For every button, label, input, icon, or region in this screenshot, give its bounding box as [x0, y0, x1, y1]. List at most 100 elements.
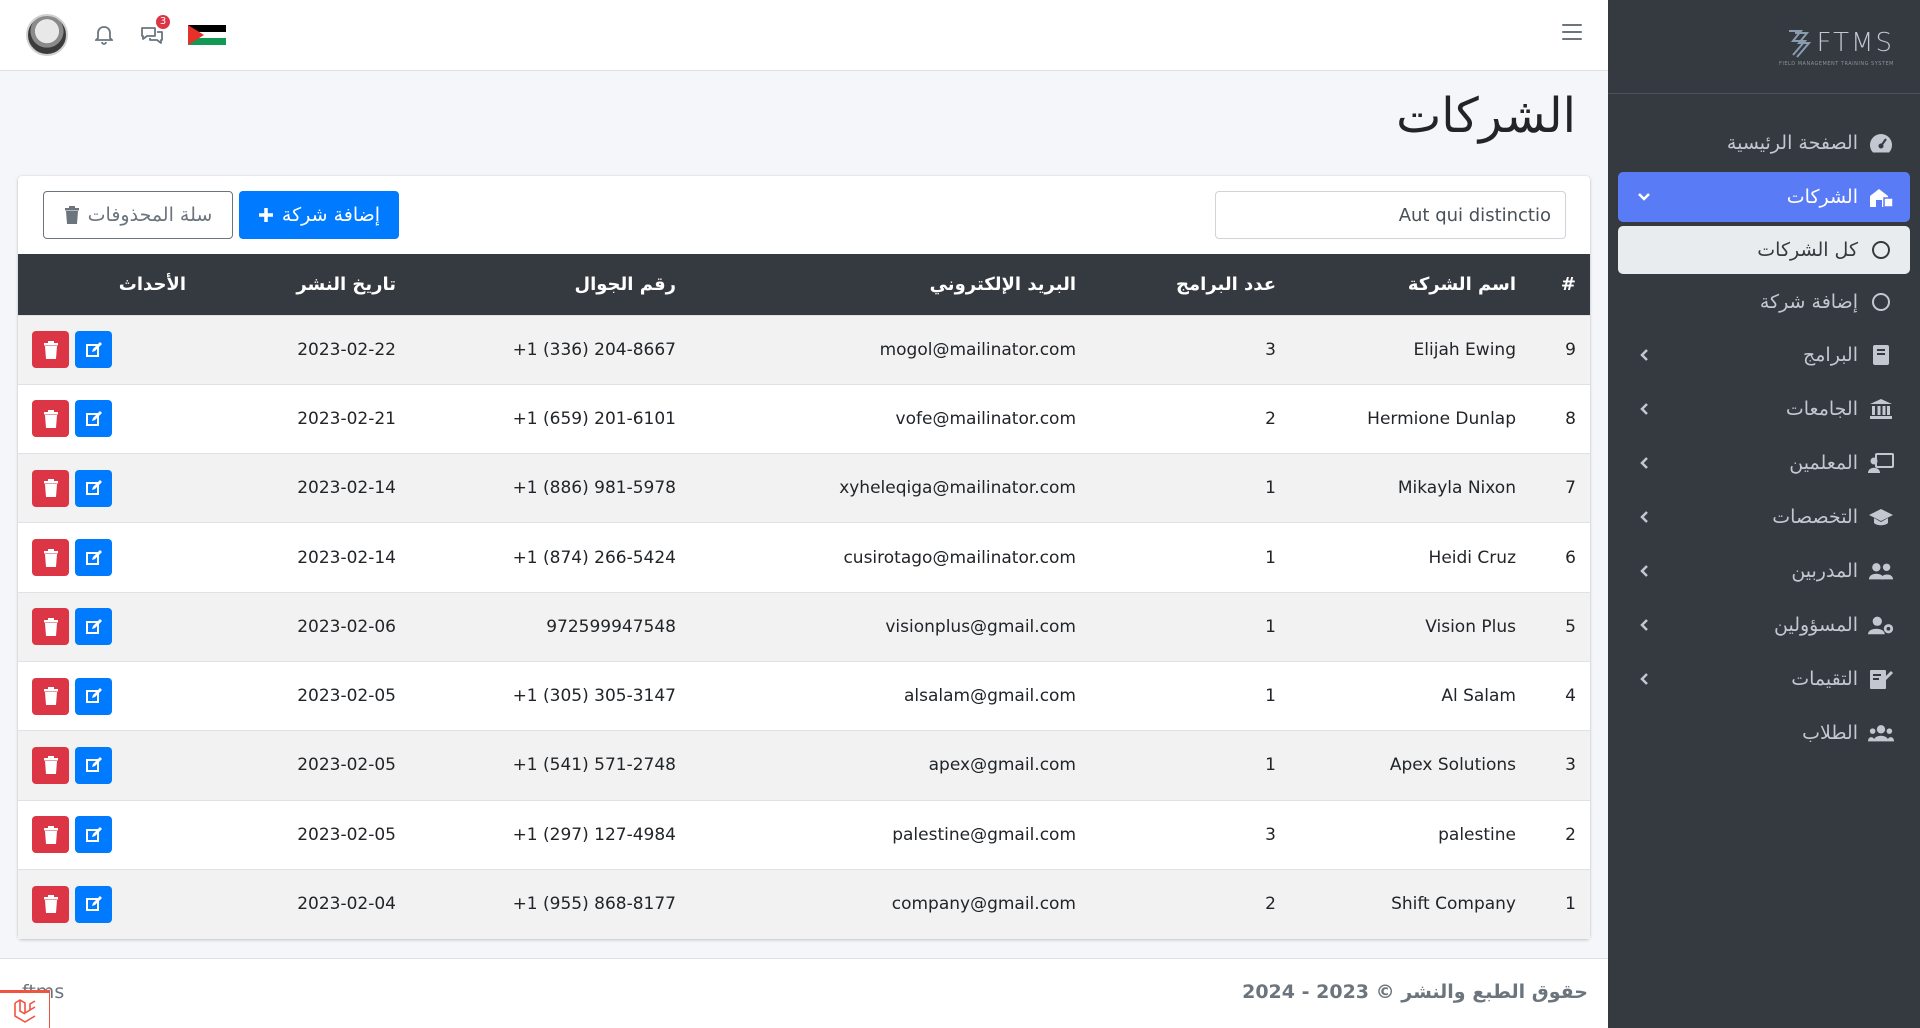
edit-icon	[85, 410, 102, 426]
sidebar-item-admins[interactable]: المسؤولين	[1618, 600, 1910, 650]
header-actions: الأحداث	[18, 254, 200, 315]
edit-button[interactable]	[75, 816, 112, 854]
sidebar-item-programs[interactable]: البرامج	[1618, 330, 1910, 380]
cell-programs-count: 1	[1090, 453, 1290, 523]
cell-phone: +1 (541) 571-2748	[410, 730, 690, 801]
sidebar-item-students[interactable]: الطلاب	[1618, 708, 1910, 758]
trash-icon	[43, 687, 58, 706]
cell-number: 5	[1530, 591, 1590, 662]
row-actions	[32, 608, 186, 646]
sidebar-item-trainers[interactable]: المدربين	[1618, 546, 1910, 596]
book-icon	[1868, 343, 1894, 367]
sidebar-item-companies[interactable]: الشركات	[1618, 172, 1910, 222]
cell-phone: 972599947548	[410, 591, 690, 662]
header-company-name[interactable]: اسم الشركة	[1290, 254, 1530, 315]
edit-icon	[85, 549, 102, 565]
trash-bin-label: سلة المحذوفات	[87, 204, 213, 226]
sidebar-item-label: المسؤولين	[1774, 614, 1858, 636]
delete-button[interactable]	[32, 539, 69, 577]
cell-company-name: Vision Plus	[1290, 591, 1530, 662]
cell-number: 2	[1530, 799, 1590, 870]
circle-icon	[1868, 238, 1894, 262]
table-row: 4 Al Salam 1 alsalam@gmail.com +1 (305) 305-…	[18, 660, 1590, 731]
row-actions	[32, 400, 186, 438]
row-actions	[32, 469, 186, 507]
sidebar-item-evaluations[interactable]: التقيمات	[1618, 654, 1910, 704]
sidebar-subitem-add-company[interactable]: إضافة شركة	[1618, 278, 1910, 326]
delete-button[interactable]	[32, 885, 69, 923]
sidebar-item-universities[interactable]: الجامعات	[1618, 384, 1910, 434]
cell-actions	[18, 383, 200, 454]
footer: حقوق الطبع والنشر © 2023 - 2024 ftms	[0, 958, 1608, 1028]
chevron-left-icon	[1636, 510, 1652, 524]
sidebar-subitem-all-companies[interactable]: كل الشركات	[1618, 226, 1910, 274]
chevron-left-icon	[1636, 618, 1652, 632]
edit-icon	[85, 826, 102, 842]
search-input[interactable]	[1215, 191, 1566, 239]
cell-company-name: palestine	[1290, 799, 1530, 870]
cell-actions	[18, 453, 200, 523]
table-header-row: # اسم الشركة عدد البرامج البريد الإلكترو…	[18, 254, 1590, 315]
sidebar-item-label: التخصصات	[1772, 506, 1858, 528]
sidebar-item-label: كل الشركات	[1757, 239, 1858, 261]
edit-icon	[85, 757, 102, 773]
cell-company-name: Apex Solutions	[1290, 730, 1530, 801]
header-phone[interactable]: رقم الجوال	[410, 254, 690, 315]
delete-button[interactable]	[32, 746, 69, 784]
cell-publish-date: 2023-02-14	[200, 522, 410, 593]
edit-icon	[85, 896, 102, 912]
delete-button[interactable]	[32, 677, 69, 715]
edit-button[interactable]	[75, 469, 112, 507]
table-row: 6 Heidi Cruz 1 cusirotago@mailinator.com +1 …	[18, 522, 1590, 593]
chevron-left-icon	[1636, 402, 1652, 416]
cell-programs-count: 2	[1090, 868, 1290, 939]
cell-company-name: Shift Company	[1290, 868, 1530, 939]
edit-button[interactable]	[75, 677, 112, 715]
delete-button[interactable]	[32, 608, 69, 646]
cell-programs-count: 1	[1090, 730, 1290, 801]
chevron-left-icon	[1636, 456, 1652, 470]
sidebar-item-teachers[interactable]: المعلمين	[1618, 438, 1910, 488]
header-number[interactable]: #	[1530, 254, 1590, 315]
trash-bin-button[interactable]: سلة المحذوفات	[43, 191, 233, 239]
sidebar-item-label: التقيمات	[1791, 668, 1858, 690]
edit-button[interactable]	[75, 331, 112, 369]
cell-publish-date: 2023-02-05	[200, 799, 410, 870]
delete-button[interactable]	[32, 469, 69, 507]
delete-button[interactable]	[32, 400, 69, 438]
cell-publish-date: 2023-02-22	[200, 314, 410, 385]
add-company-button[interactable]: إضافة شركة	[239, 191, 399, 239]
menu-toggle-icon[interactable]	[1562, 24, 1582, 45]
cell-publish-date: 2023-02-21	[200, 383, 410, 454]
cell-company-name: Heidi Cruz	[1290, 522, 1530, 593]
trash-icon	[43, 340, 58, 359]
edit-button[interactable]	[75, 608, 112, 646]
delete-button[interactable]	[32, 816, 69, 854]
cell-programs-count: 3	[1090, 314, 1290, 385]
cell-company-name: Hermione Dunlap	[1290, 383, 1530, 454]
messages-icon[interactable]: 3	[140, 15, 170, 47]
delete-button[interactable]	[32, 331, 69, 369]
sidebar-item-home[interactable]: الصفحة الرئيسية	[1618, 118, 1910, 168]
page-title: الشركات	[1396, 88, 1576, 144]
cell-publish-date: 2023-02-05	[200, 730, 410, 801]
edit-button[interactable]	[75, 746, 112, 784]
notifications-bell-icon[interactable]	[92, 23, 116, 47]
cell-phone: +1 (886) 981-5978	[410, 453, 690, 523]
brand[interactable]: FTMS FIELD MANAGEMENT TRAINING SYSTEM	[1608, 0, 1920, 94]
header-email[interactable]: البريد الإلكتروني	[690, 254, 1090, 315]
header-publish-date[interactable]: تاريخ النشر	[200, 254, 410, 315]
edit-button[interactable]	[75, 885, 112, 923]
cell-actions	[18, 314, 200, 385]
teacher-icon	[1868, 451, 1894, 475]
row-actions	[32, 885, 186, 923]
avatar[interactable]	[26, 14, 68, 56]
edit-button[interactable]	[75, 400, 112, 438]
trash-icon	[64, 206, 79, 224]
language-flag-icon[interactable]	[188, 25, 226, 45]
edit-button[interactable]	[75, 539, 112, 577]
cell-programs-count: 1	[1090, 522, 1290, 593]
chevron-left-icon	[1636, 348, 1652, 362]
header-programs-count[interactable]: عدد البرامج	[1090, 254, 1290, 315]
sidebar-item-specializations[interactable]: التخصصات	[1618, 492, 1910, 542]
